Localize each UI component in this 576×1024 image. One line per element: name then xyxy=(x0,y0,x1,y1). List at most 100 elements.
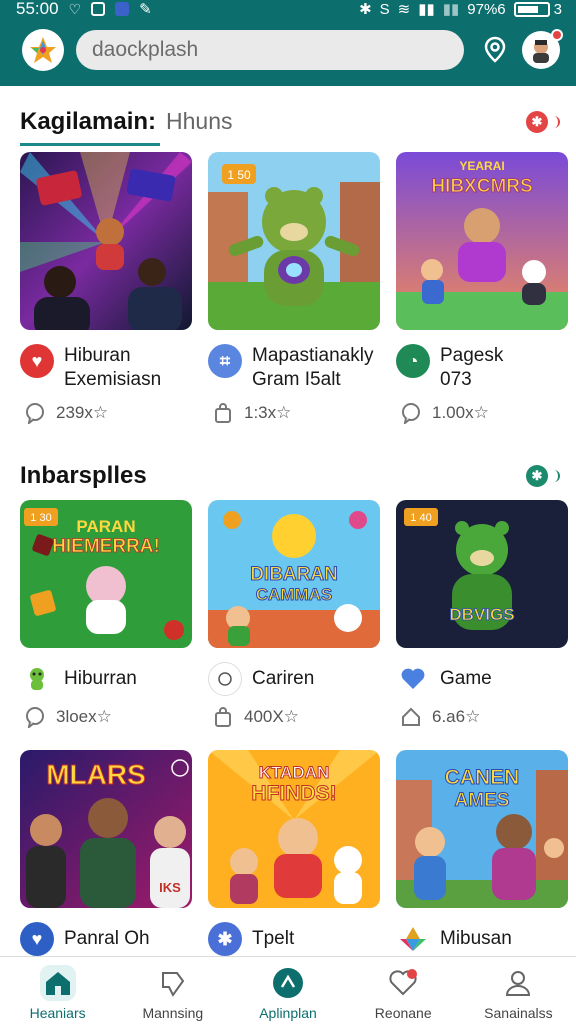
app-card[interactable]: MLARS IKS ♥ Panral Oh xyxy=(20,750,192,956)
card-thumbnail[interactable]: CANEN AMES xyxy=(396,750,568,908)
search-input[interactable]: daockplash xyxy=(76,30,464,70)
chat-icon: ◔ xyxy=(396,344,430,378)
nav-item-profile[interactable]: Sanainalss xyxy=(461,957,576,1024)
tag-icon xyxy=(155,965,191,1001)
nav-item-home[interactable]: Heaniars xyxy=(0,957,115,1024)
section-subtitle[interactable]: Hhuns xyxy=(166,108,232,135)
thumb-subtitle: IKS xyxy=(159,880,181,895)
app-logo[interactable] xyxy=(22,29,64,71)
thumb-title-2: CAMMAS xyxy=(256,585,333,604)
search-placeholder: daockplash xyxy=(92,38,199,61)
card-thumbnail[interactable] xyxy=(20,152,192,330)
thumb-title-2: AMES xyxy=(455,790,510,811)
comment-icon[interactable] xyxy=(400,402,422,424)
app-card[interactable]: DIBARAN CAMMAS Cariren 400X☆ xyxy=(208,500,380,728)
comment-icon[interactable] xyxy=(24,706,46,728)
app-card[interactable]: KTADAN HFINDS! ✱ Tpelt xyxy=(208,750,380,956)
location-pin-icon[interactable] xyxy=(480,35,510,65)
app-name: Tpelt xyxy=(252,928,295,949)
stat-count: 400X☆ xyxy=(244,707,299,726)
live-indicator[interactable]: ✱ xyxy=(526,111,560,133)
nav-item-notifications[interactable]: Reonane xyxy=(346,957,461,1024)
app-card[interactable]: 1 40 DBVIGS Game 6.a6☆ xyxy=(396,500,568,728)
app-notif-icon xyxy=(91,2,106,16)
signal-wave-icon xyxy=(552,470,560,482)
app-name: Cariren xyxy=(252,668,315,689)
thumb-title-2: HIEMERRA! xyxy=(52,536,160,557)
section-title: Inbarsplles xyxy=(20,462,147,489)
user-icon xyxy=(500,965,536,1001)
thumb-subtitle: YEARAI xyxy=(459,159,504,173)
card-thumbnail[interactable]: 1 40 DBVIGS xyxy=(396,500,568,648)
app-card[interactable]: 1 50 ⌗ Mapastianakly Gram I5alt 1:3x☆ xyxy=(208,152,380,424)
hash-icon: ⌗ xyxy=(208,344,242,378)
heart-icon: ♥ xyxy=(20,344,54,378)
card-thumbnail[interactable]: MLARS IKS xyxy=(20,750,192,908)
app-name: Hiburan Exemisiasn xyxy=(64,345,162,390)
app-notif-icon-2 xyxy=(115,2,130,16)
app-name: Mapastianakly Gram I5alt xyxy=(252,345,374,390)
stat-count: 239x☆ xyxy=(56,403,109,422)
app-card[interactable]: YEARAI HIBXCMRS ◔ Pagesk 073 1.00x☆ xyxy=(396,152,568,424)
signal-icon: ▮▮ xyxy=(418,1,435,18)
home-icon[interactable] xyxy=(400,706,422,728)
compass-icon xyxy=(270,965,306,1001)
app-header: 55:00 ♡ ✎ ✱ S ≋ ▮▮ ▮▮ 97%6 3 daockplash xyxy=(0,0,576,86)
stat-count: 1:3x☆ xyxy=(244,403,292,422)
nav-item-tag[interactable]: Mannsing xyxy=(115,957,230,1024)
stat-count: 1.00x☆ xyxy=(432,403,489,422)
app-card[interactable]: CANEN AMES Mibusan xyxy=(396,750,568,956)
nav-label: Sanainalss xyxy=(484,1005,553,1021)
status-time: 55:00 xyxy=(16,0,59,18)
profile-avatar[interactable] xyxy=(522,29,563,69)
card-grid-row-1: ♥ Hiburan Exemisiasn 239x☆ 1 50 ⌗ Mapast… xyxy=(20,152,568,424)
bottom-navigation: Heaniars Mannsing Aplinplan Reonane Sana… xyxy=(0,956,576,1024)
battery-text: 97%6 xyxy=(467,0,506,18)
nav-label: Reonane xyxy=(374,1005,432,1021)
colorful-star-logo-icon xyxy=(30,37,56,63)
live-dot-icon: ✱ xyxy=(526,465,548,487)
card-thumbnail[interactable]: 1 30 PARAN HIEMERRA! xyxy=(20,500,192,648)
circle-icon xyxy=(208,662,242,696)
heart-outline-icon xyxy=(385,965,421,1001)
battery-number: 3 xyxy=(553,0,562,18)
card-thumbnail[interactable]: 1 50 xyxy=(208,152,380,330)
section-header-1: Kagilamain: Hhuns ✱ xyxy=(20,108,560,146)
nav-label: Heaniars xyxy=(29,1005,86,1021)
thumb-title: DIBARAN xyxy=(250,564,338,585)
thumb-title: CANEN xyxy=(445,766,520,789)
app-name: Panral Oh xyxy=(64,928,150,949)
app-card[interactable]: 1 30 PARAN HIEMERRA! Hiburran 3loex☆ xyxy=(20,500,192,728)
nav-item-apps[interactable]: Aplinplan xyxy=(230,957,345,1024)
bag-icon[interactable] xyxy=(212,706,234,728)
comment-icon[interactable] xyxy=(24,402,46,424)
card-thumbnail[interactable]: KTADAN HFINDS! xyxy=(208,750,380,908)
signal-wave-icon xyxy=(552,116,560,128)
colorful-logo-icon xyxy=(396,922,430,956)
thumb-title: KTADAN xyxy=(259,763,330,782)
bluetooth-icon: ✱ xyxy=(208,922,242,956)
section-title: Kagilamain: xyxy=(20,108,157,135)
wifi-icon: ≋ xyxy=(397,1,411,18)
creature-icon xyxy=(20,662,54,696)
gift-icon: ♡ xyxy=(68,0,82,17)
battery-icon: 3 xyxy=(513,0,562,18)
live-indicator[interactable]: ✱ xyxy=(526,465,560,487)
home-icon xyxy=(39,965,76,1001)
app-name: Pagesk 073 xyxy=(440,345,504,390)
app-card[interactable]: ♥ Hiburan Exemisiasn 239x☆ xyxy=(20,152,192,424)
card-thumbnail[interactable]: YEARAI HIBXCMRS xyxy=(396,152,568,330)
bag-icon[interactable] xyxy=(212,402,234,424)
app-name: Game xyxy=(440,668,492,689)
thumb-badge: 1 30 xyxy=(30,512,51,524)
stat-count: 3loex☆ xyxy=(56,707,112,726)
thumb-title: MLARS xyxy=(46,759,146,790)
thumb-title-2: HFINDS! xyxy=(251,782,336,805)
app-name: Mibusan xyxy=(440,928,512,949)
card-thumbnail[interactable]: DIBARAN CAMMAS xyxy=(208,500,380,648)
heart-icon: ♥ xyxy=(20,922,54,956)
nav-label: Aplinplan xyxy=(259,1005,317,1021)
bluetooth-icon: ✱ xyxy=(359,1,372,18)
thumb-badge: 1 40 xyxy=(410,512,431,524)
thumb-badge: 1 50 xyxy=(227,168,251,182)
